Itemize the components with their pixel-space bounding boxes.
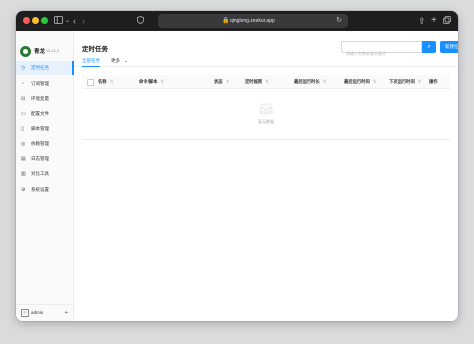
- diff-icon: ▥: [21, 171, 26, 177]
- sidebar-item-label: 配置文件: [31, 111, 49, 116]
- version-label: v2.14.2: [46, 48, 60, 53]
- sort-icon: ⇅: [417, 79, 422, 84]
- tab-overview-icon[interactable]: [443, 14, 451, 28]
- filter-icon: ▼: [225, 79, 230, 84]
- variables-icon: ⊟: [21, 96, 26, 102]
- sidebar-item-label: 订阅管理: [31, 81, 49, 86]
- close-window-button[interactable]: [23, 17, 30, 24]
- user-area[interactable]: ⚇ admin ⇤: [16, 304, 73, 321]
- search-button[interactable]: ⌕: [422, 41, 436, 53]
- column-header-status[interactable]: 状态 ▼: [214, 75, 230, 88]
- sort-icon: ⇅: [372, 79, 377, 84]
- column-label: 最后运行时间: [344, 79, 370, 84]
- sidebar-toggle-icon[interactable]: [54, 14, 63, 28]
- active-tab-indicator: [82, 66, 100, 67]
- sidebar-item-logs[interactable]: ▤ 日志管理: [16, 152, 73, 166]
- sidebar-item-dependencies[interactable]: ◎ 依赖管理: [16, 137, 73, 151]
- chevron-down-icon[interactable]: ⌄: [65, 14, 70, 28]
- settings-icon: ⚙: [21, 187, 26, 193]
- column-label: 定时规则: [245, 79, 263, 84]
- task-tabs: 全部任务 更多 ⌄: [74, 55, 458, 67]
- sort-icon: ⇅: [109, 79, 114, 84]
- sidebar-item-label: 对比工具: [31, 171, 49, 176]
- tab-all-tasks[interactable]: 全部任务: [82, 55, 100, 67]
- column-label: 状态: [214, 79, 223, 84]
- column-label: 操作: [429, 79, 438, 84]
- address-url: qinglong.zeekur.app: [230, 18, 275, 24]
- column-label: 命令/脚本: [139, 79, 158, 84]
- script-icon: ▯: [21, 126, 24, 132]
- search-input-wrapper[interactable]: [341, 41, 422, 59]
- create-task-button[interactable]: 新建任务: [440, 41, 458, 53]
- sidebar-item-label: 依赖管理: [31, 141, 49, 146]
- sort-icon: ⇅: [322, 79, 327, 84]
- avatar: ⚇: [21, 309, 29, 317]
- sidebar-item-env[interactable]: ⊟ 环境变量: [16, 92, 73, 106]
- sidebar-item-label: 环境变量: [31, 96, 49, 101]
- share-icon[interactable]: ⇪: [418, 14, 426, 28]
- shield-icon[interactable]: [137, 14, 144, 28]
- dependency-icon: ◎: [21, 141, 26, 147]
- minimize-window-button[interactable]: [32, 17, 39, 24]
- sort-icon: ⇅: [265, 79, 269, 84]
- username: admin: [31, 310, 44, 315]
- search-icon: ⌕: [427, 44, 431, 50]
- empty-inbox-icon: [258, 103, 274, 115]
- column-label: 下次运行时间: [389, 79, 415, 84]
- log-icon: ▤: [21, 156, 26, 162]
- page-title: 定时任务: [82, 46, 108, 53]
- main-content: 定时任务 ⌕ 新建任务 全部任务 更多 ⌄ 名称⇅ 命令/脚本⇅: [74, 31, 458, 321]
- sidebar-item-label: 脚本管理: [31, 126, 49, 131]
- column-header-last-run[interactable]: 最后运行时间 ⇅: [344, 75, 376, 88]
- column-label: 名称: [98, 79, 107, 84]
- forward-icon[interactable]: ›: [82, 14, 85, 28]
- reload-icon[interactable]: ↻: [336, 14, 342, 28]
- sidebar: 青龙 v2.14.2 ◷ 定时任务 ◔ 订阅管理 ⊟ 环境变量 ▭ 配置文件 ▯…: [16, 31, 74, 321]
- sidebar-item-label: 系统设置: [31, 187, 49, 192]
- sidebar-item-subscriptions[interactable]: ◔ 订阅管理: [16, 77, 73, 91]
- browser-window: ⌄ ‹ › 🔒 qinglong.zeekur.app ↻ ⇪ + 青龙 v2.…: [16, 11, 458, 321]
- table-header: 名称 ⇅ 命令/脚本 ⇅ 状态 ▼ 定时规则 ⇅ 最后运行时长 ⇅ 最后运行时间 ⇅ 下次运…: [82, 75, 450, 89]
- tab-more[interactable]: 更多 ⌄: [111, 55, 128, 66]
- table-body: 暂无数据: [82, 89, 450, 140]
- tab-label: 更多: [111, 58, 120, 63]
- qinglong-logo: [20, 46, 31, 57]
- clock-icon: ◷: [21, 65, 26, 71]
- new-tab-icon[interactable]: +: [431, 14, 437, 28]
- select-all-checkbox[interactable]: [87, 79, 94, 86]
- empty-state-text: 暂无数据: [258, 119, 274, 124]
- sidebar-item-label: 日志管理: [31, 156, 49, 161]
- maximize-window-button[interactable]: [41, 17, 48, 24]
- config-file-icon: ▭: [21, 111, 26, 117]
- address-bar[interactable]: 🔒 qinglong.zeekur.app ↻: [158, 14, 348, 28]
- column-header-name[interactable]: 名称 ⇅: [98, 75, 113, 88]
- back-icon[interactable]: ‹: [73, 14, 76, 28]
- column-header-next-run[interactable]: 下次运行时间 ⇅: [389, 75, 421, 88]
- collapse-sidebar-icon[interactable]: ⇤: [65, 305, 69, 321]
- sidebar-item-config[interactable]: ▭ 配置文件: [16, 107, 73, 121]
- sidebar-item-label: 定时任务: [31, 65, 49, 70]
- chevron-down-icon: ⌄: [124, 58, 129, 63]
- tab-label: 全部任务: [82, 58, 100, 63]
- column-header-schedule[interactable]: 定时规则 ⇅: [245, 75, 269, 88]
- browser-toolbar: ⌄ ‹ › 🔒 qinglong.zeekur.app ↻ ⇪ +: [16, 11, 458, 31]
- column-label: 最后运行时长: [294, 79, 320, 84]
- lock-icon: 🔒: [222, 18, 230, 24]
- subscription-icon: ◔: [21, 81, 25, 87]
- sort-icon: ⇅: [160, 79, 164, 84]
- column-header-command[interactable]: 命令/脚本 ⇅: [139, 75, 164, 88]
- sidebar-item-scripts[interactable]: ▯ 脚本管理: [16, 122, 73, 136]
- sidebar-item-diff[interactable]: ▥ 对比工具: [16, 167, 73, 181]
- column-header-actions: 操作: [429, 75, 438, 88]
- sidebar-item-settings[interactable]: ⚙ 系统设置: [16, 183, 73, 197]
- column-header-last-duration[interactable]: 最后运行时长 ⇅: [294, 75, 326, 88]
- brand-name: 青龙: [34, 49, 46, 55]
- sidebar-item-cron[interactable]: ◷ 定时任务: [16, 61, 74, 75]
